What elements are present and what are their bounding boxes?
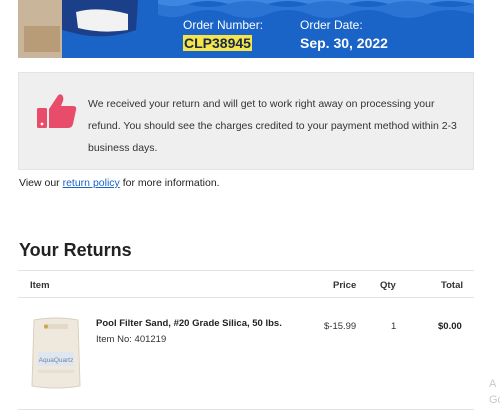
product-total: $0.00 [438,321,462,332]
column-header-price: Price [333,280,357,291]
product-item-number: Item No: 401219 [96,334,167,345]
offscreen-edge-text: A Go [489,376,500,408]
order-number-block: Order Number: CLP38945 [183,19,263,52]
order-date-label: Order Date: [300,18,363,32]
product-qty: 1 [391,321,397,332]
edge-text-line-1: A [489,378,497,390]
product-name[interactable]: Pool Filter Sand, #20 Grade Silica, 50 l… [96,318,282,329]
order-number-value: CLP38945 [183,35,252,51]
table-row: AquaQuartz Pool Filter Sand, #20 Grade S… [18,298,474,410]
column-header-item: Item [30,280,50,291]
column-header-total: Total [441,280,463,291]
return-policy-link[interactable]: return policy [63,177,120,189]
product-price: $-15.99 [324,321,357,332]
bag-brand-text: AquaQuartz [39,357,74,364]
returns-table-header: Item Price Qty Total [18,270,474,298]
return-policy-line: View our return policy for more informat… [19,177,220,189]
return-notice-box: We received your return and will get to … [18,72,474,170]
sand-bag-icon[interactable]: AquaQuartz [30,316,82,390]
order-header-banner: Order Number: CLP38945 Order Date: Sep. … [18,0,474,58]
order-date-value: Sep. 30, 2022 [300,35,388,51]
hero-photo [18,0,158,58]
policy-suffix: for more information. [119,177,220,189]
order-number-label: Order Number: [183,18,264,32]
order-date-block: Order Date: Sep. 30, 2022 [300,19,388,52]
column-header-qty: Qty [380,280,396,291]
policy-prefix: View our [19,177,63,189]
thumbs-up-icon [37,94,77,128]
return-notice-message: We received your return and will get to … [88,98,457,154]
returns-title: Your Returns [19,240,132,260]
edge-text-line-2: Go [489,394,500,406]
